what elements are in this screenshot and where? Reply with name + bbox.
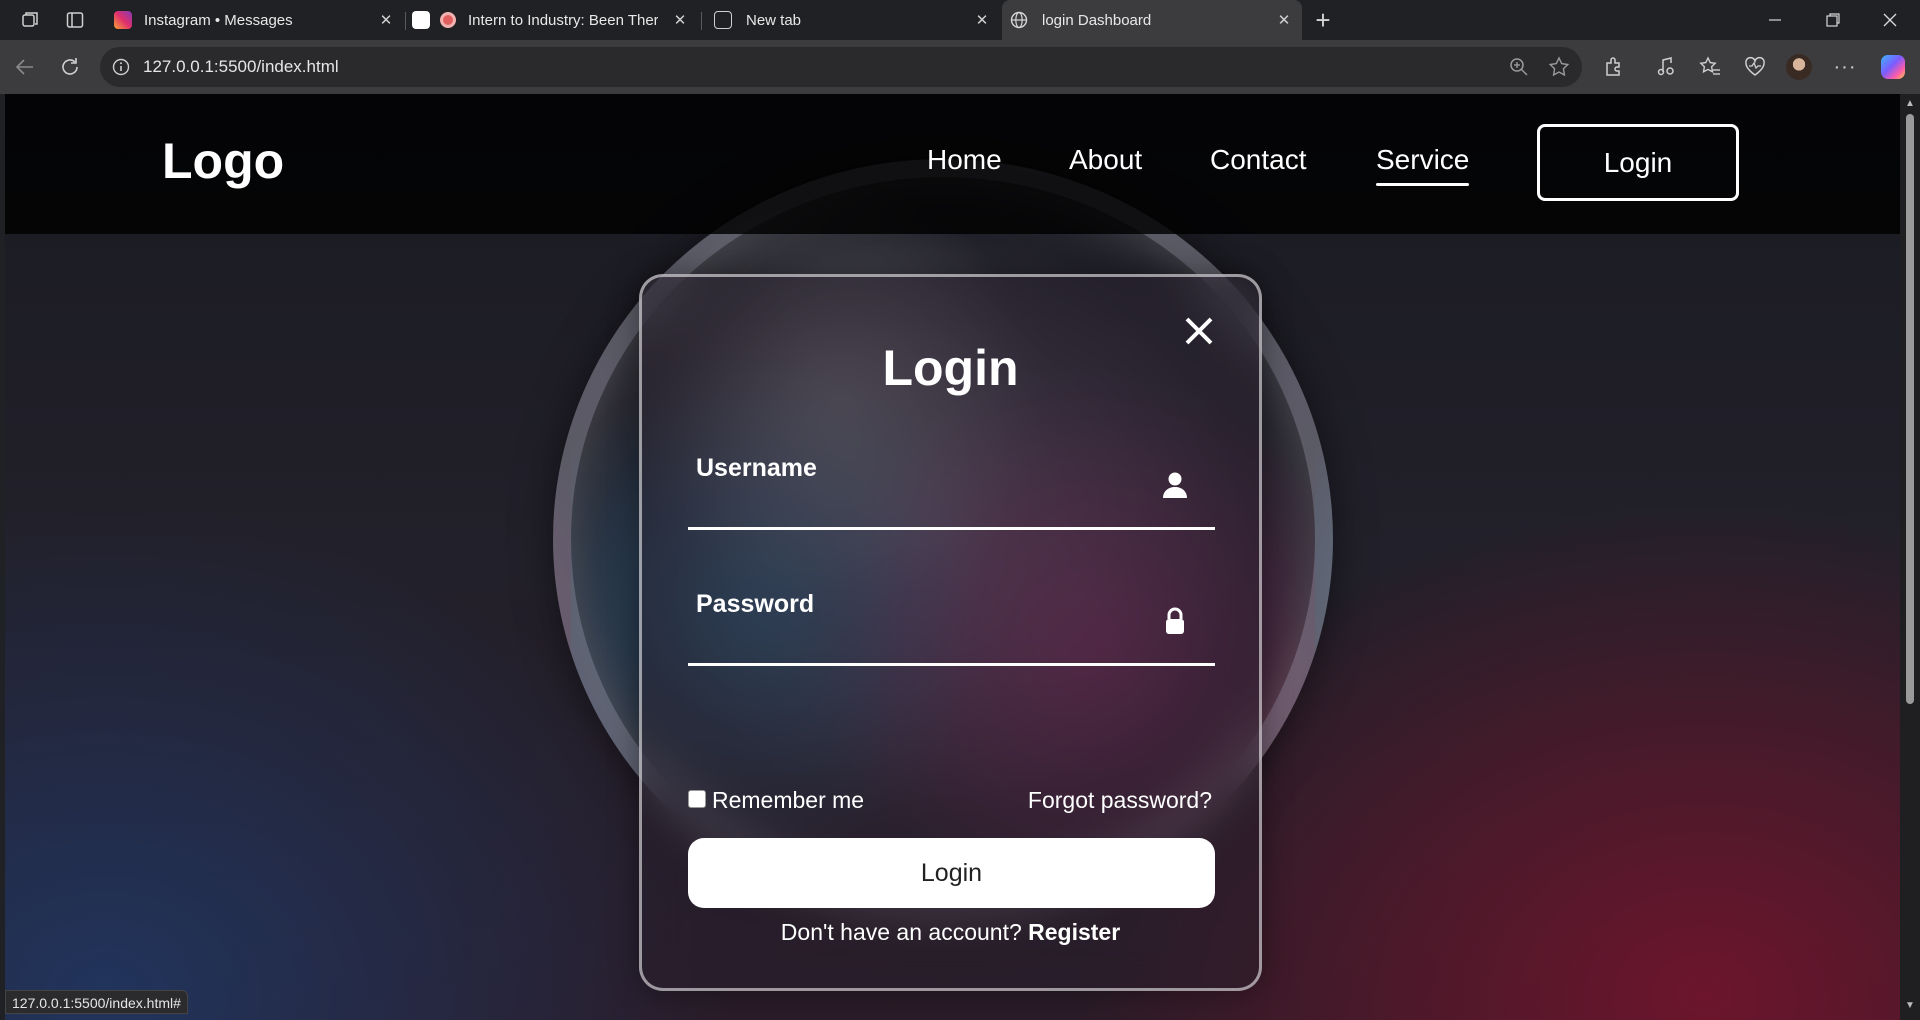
instagram-icon bbox=[114, 11, 132, 29]
forgot-password-link[interactable]: Forgot password? bbox=[1028, 787, 1212, 814]
copilot-icon[interactable] bbox=[1878, 52, 1908, 82]
globe-icon bbox=[1010, 11, 1028, 29]
tab-title: Intern to Industry: Been Ther bbox=[468, 11, 658, 29]
browser-essentials-icon[interactable] bbox=[1740, 52, 1770, 82]
new-tab-plus-icon[interactable]: + bbox=[1303, 0, 1343, 40]
site-info-icon[interactable] bbox=[106, 52, 136, 82]
recording-icon bbox=[440, 12, 456, 28]
tab-login-dashboard[interactable]: login Dashboard ✕ bbox=[1002, 0, 1302, 40]
tab-new-tab[interactable]: New tab ✕ bbox=[704, 0, 1000, 40]
minimize-icon[interactable] bbox=[1747, 0, 1803, 40]
favorite-star-icon[interactable] bbox=[1544, 52, 1574, 82]
extensions-icon[interactable] bbox=[1599, 52, 1629, 82]
scroll-down-icon[interactable]: ▼ bbox=[1904, 1000, 1916, 1012]
login-modal: Login Username Password Remember me Forg… bbox=[639, 274, 1262, 991]
url-text: 127.0.0.1:5500/index.html bbox=[143, 57, 339, 76]
address-toolbar: 127.0.0.1:5500/index.html ··· bbox=[0, 40, 1920, 94]
page-scrollbar[interactable]: ▲ ▼ bbox=[1900, 94, 1920, 1020]
nav-home[interactable]: Home bbox=[927, 144, 1002, 176]
remember-label: Remember me bbox=[712, 787, 865, 813]
tab-intern-to-industry[interactable]: Intern to Industry: Been Ther ✕ bbox=[408, 0, 698, 40]
zoom-icon[interactable] bbox=[1504, 52, 1534, 82]
nav-contact[interactable]: Contact bbox=[1210, 144, 1307, 176]
register-prompt: Don't have an account? Register bbox=[642, 919, 1259, 946]
close-window-icon[interactable] bbox=[1862, 0, 1918, 40]
address-bar[interactable]: 127.0.0.1:5500/index.html bbox=[100, 47, 1582, 87]
new-tab-icon bbox=[714, 11, 732, 29]
close-icon[interactable]: ✕ bbox=[972, 10, 992, 30]
tab-title: Instagram • Messages bbox=[144, 11, 293, 29]
favorites-icon[interactable] bbox=[1695, 52, 1725, 82]
tab-instagram[interactable]: Instagram • Messages ✕ bbox=[104, 0, 404, 40]
close-icon[interactable]: ✕ bbox=[670, 10, 690, 30]
register-link[interactable]: Register bbox=[1028, 919, 1120, 945]
tab-separator bbox=[405, 12, 406, 30]
remember-me[interactable]: Remember me bbox=[688, 787, 864, 814]
profile-avatar[interactable] bbox=[1784, 52, 1814, 82]
tab-separator bbox=[701, 12, 702, 30]
workspaces-icon[interactable] bbox=[10, 0, 50, 40]
media-playlist-icon[interactable] bbox=[1650, 52, 1680, 82]
status-url: 127.0.0.1:5500/index.html# bbox=[5, 990, 188, 1014]
reload-icon[interactable] bbox=[55, 52, 85, 82]
scroll-thumb[interactable] bbox=[1906, 114, 1914, 704]
site-header: Logo Home About Contact Service Login bbox=[5, 94, 1900, 234]
modal-title: Login bbox=[882, 340, 1019, 396]
close-icon[interactable]: ✕ bbox=[376, 10, 396, 30]
more-options-icon[interactable]: ··· bbox=[1830, 52, 1860, 82]
browser-tab-strip: Instagram • Messages ✕ Intern to Industr… bbox=[0, 0, 1920, 40]
lock-icon bbox=[1161, 606, 1189, 636]
nav-service[interactable]: Service bbox=[1376, 144, 1470, 186]
user-icon bbox=[1161, 470, 1189, 500]
password-field[interactable]: Password bbox=[688, 576, 1215, 666]
site-logo[interactable]: Logo bbox=[162, 132, 284, 190]
close-icon[interactable]: ✕ bbox=[1274, 10, 1294, 30]
nav-about[interactable]: About bbox=[1069, 144, 1142, 176]
username-label: Username bbox=[696, 454, 817, 482]
tab-title: New tab bbox=[746, 11, 802, 29]
login-submit-button[interactable]: Login bbox=[688, 838, 1215, 908]
back-icon[interactable] bbox=[10, 52, 40, 82]
username-field[interactable]: Username bbox=[688, 440, 1215, 530]
scroll-up-icon[interactable]: ▲ bbox=[1904, 98, 1916, 110]
tab-title: login Dashboard bbox=[1042, 11, 1152, 29]
password-label: Password bbox=[696, 590, 815, 618]
web-page: Logo Home About Contact Service Login Lo… bbox=[5, 94, 1900, 1020]
header-login-button[interactable]: Login bbox=[1537, 124, 1739, 201]
code-icon bbox=[412, 11, 430, 29]
vertical-tabs-icon[interactable] bbox=[55, 0, 95, 40]
remember-checkbox[interactable] bbox=[688, 789, 706, 808]
restore-icon[interactable] bbox=[1805, 0, 1861, 40]
no-account-text: Don't have an account? bbox=[780, 919, 1022, 945]
